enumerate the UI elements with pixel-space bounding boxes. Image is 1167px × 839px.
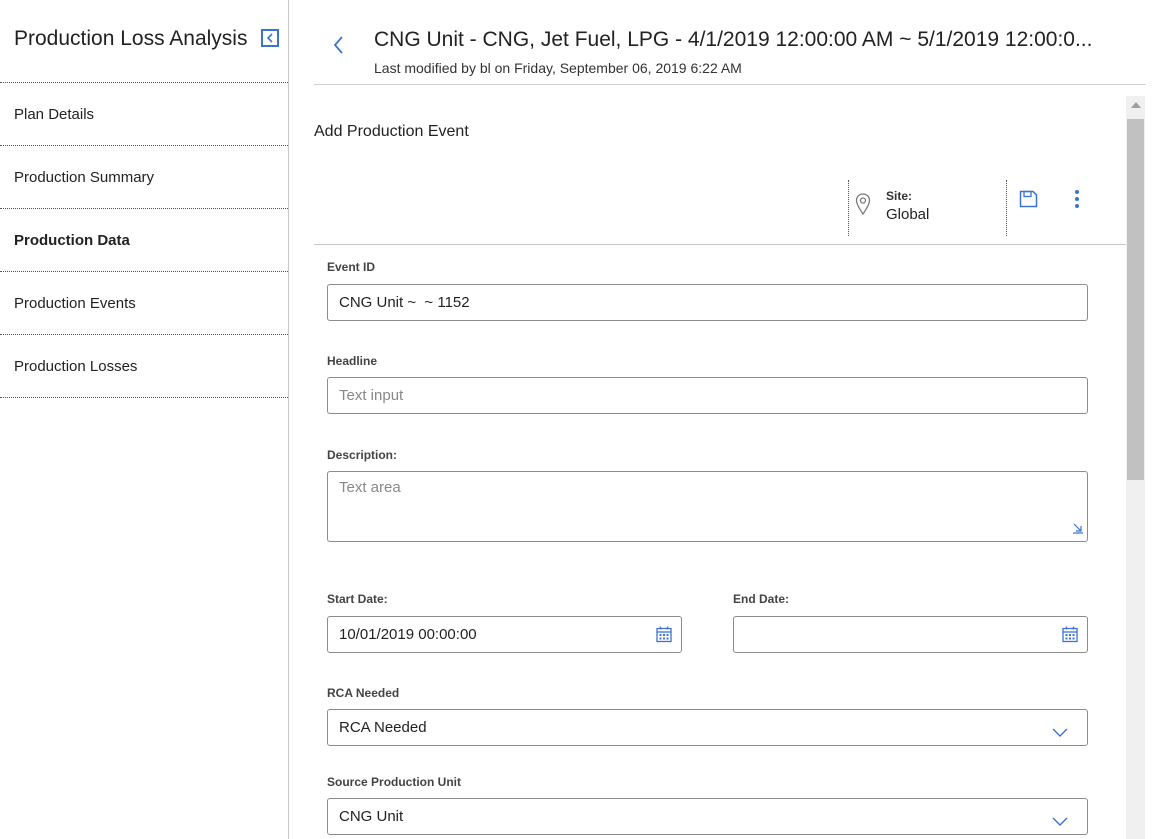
sidebar-item-production-summary[interactable]: Production Summary xyxy=(0,146,288,209)
toolbar-divider xyxy=(848,180,849,236)
headline-input[interactable]: Text input xyxy=(327,377,1088,414)
page-subtitle: Last modified by bl on Friday, September… xyxy=(374,60,742,76)
section-title: Add Production Event xyxy=(314,123,469,140)
header-divider xyxy=(314,84,1146,85)
description-label: Description: xyxy=(327,448,398,462)
sidebar-item-label: Plan Details xyxy=(14,106,95,123)
source-unit-select[interactable]: CNG Unit xyxy=(327,798,1088,835)
sidebar: Production Loss Analysis Plan Details Pr… xyxy=(0,0,289,839)
calendar-icon[interactable] xyxy=(656,626,672,647)
rca-needed-select[interactable]: RCA Needed xyxy=(327,709,1088,746)
description-placeholder: Text area xyxy=(339,479,401,496)
event-id-value: CNG Unit ~ ~ 1152 xyxy=(339,294,470,311)
scroll-up-arrow-icon[interactable] xyxy=(1131,102,1141,108)
sidebar-header: Production Loss Analysis xyxy=(0,0,288,83)
calendar-icon[interactable] xyxy=(1062,626,1078,647)
save-icon[interactable] xyxy=(1019,190,1038,213)
description-textarea[interactable]: Text area xyxy=(327,471,1088,542)
end-date-field[interactable] xyxy=(733,616,1088,653)
site-value[interactable]: Global xyxy=(886,206,929,223)
resize-handle-icon[interactable] xyxy=(1072,521,1084,538)
source-unit-value: CNG Unit xyxy=(339,808,404,825)
event-id-label: Event ID xyxy=(327,260,376,274)
start-date-label: Start Date: xyxy=(327,592,388,606)
collapse-sidebar-icon[interactable] xyxy=(261,29,279,47)
start-date-value: 10/01/2019 00:00:00 xyxy=(339,626,477,643)
sidebar-item-label: Production Events xyxy=(14,295,136,312)
more-options-icon[interactable] xyxy=(1074,190,1080,211)
sidebar-item-production-events[interactable]: Production Events xyxy=(0,272,288,335)
scrollbar-thumb[interactable] xyxy=(1127,119,1144,480)
toolbar-divider xyxy=(1006,180,1007,236)
start-date-field[interactable]: 10/01/2019 00:00:00 xyxy=(327,616,682,653)
sidebar-item-label: Production Summary xyxy=(14,169,155,186)
headline-placeholder: Text input xyxy=(339,387,404,404)
rca-needed-label: RCA Needed xyxy=(327,686,400,700)
sidebar-title: Production Loss Analysis xyxy=(14,27,248,50)
source-unit-label: Source Production Unit xyxy=(327,775,462,789)
chevron-down-icon xyxy=(1052,813,1068,830)
location-pin-icon xyxy=(855,193,871,222)
sidebar-item-plan-details[interactable]: Plan Details xyxy=(0,83,288,146)
site-label: Site: xyxy=(886,189,913,203)
headline-label: Headline xyxy=(327,354,378,368)
page-title: CNG Unit - CNG, Jet Fuel, LPG - 4/1/2019… xyxy=(374,28,1093,51)
back-chevron-icon[interactable] xyxy=(330,34,346,56)
toolbar-divider-line xyxy=(314,244,1126,245)
event-id-field[interactable]: CNG Unit ~ ~ 1152 xyxy=(327,284,1088,321)
rca-needed-value: RCA Needed xyxy=(339,719,427,736)
sidebar-item-label: Production Losses xyxy=(14,358,138,375)
sidebar-item-production-losses[interactable]: Production Losses xyxy=(0,335,288,398)
sidebar-item-production-data[interactable]: Production Data xyxy=(0,209,288,272)
end-date-label: End Date: xyxy=(733,592,790,606)
sidebar-item-label: Production Data xyxy=(14,232,130,249)
chevron-down-icon xyxy=(1052,724,1068,741)
